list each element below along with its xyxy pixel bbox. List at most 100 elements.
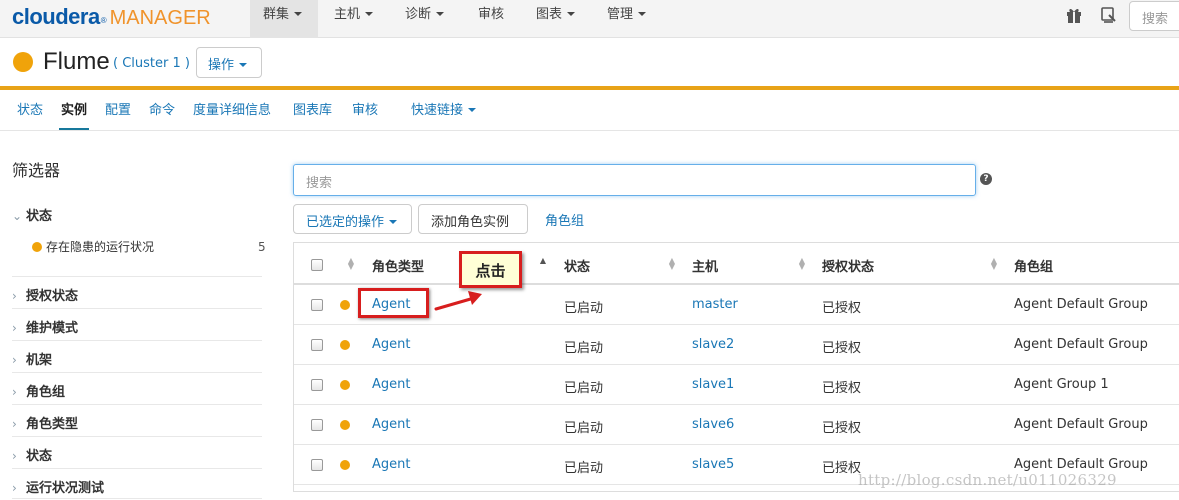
row-checkbox[interactable]: [311, 299, 323, 311]
license-status: 已授权: [822, 301, 862, 316]
selected-actions-button[interactable]: 已选定的操作: [293, 204, 412, 234]
chevron-down-icon: [638, 11, 647, 16]
nav-clusters[interactable]: 群集: [250, 0, 318, 38]
annotation-highlight-box: [358, 288, 429, 318]
filters-title: 筛选器: [12, 161, 61, 180]
divider: [12, 404, 262, 405]
sort-icon[interactable]: ▲ ▼: [798, 257, 806, 271]
host-link[interactable]: slave5: [692, 457, 734, 472]
health-status-icon: [340, 300, 350, 310]
divider: [12, 372, 262, 373]
sort-icon[interactable]: ▲ ▼: [990, 257, 998, 271]
host-link[interactable]: slave6: [692, 417, 734, 432]
nav-clusters-label: 群集: [263, 7, 290, 22]
role-type-link[interactable]: Agent: [372, 457, 410, 472]
divider: [12, 308, 262, 309]
filter-group-role-group[interactable]: › 角色组: [12, 381, 65, 400]
tab-status[interactable]: 状态: [17, 99, 43, 131]
row-checkbox[interactable]: [311, 419, 323, 431]
tab-instances[interactable]: 实例: [59, 99, 90, 131]
host-link[interactable]: slave2: [692, 337, 734, 352]
cluster-link[interactable]: ( Cluster 1 ): [113, 56, 190, 71]
tab-quick-links-label: 快速链接: [411, 103, 464, 118]
host-link[interactable]: slave1: [692, 377, 734, 392]
filter-group-role-type[interactable]: › 角色类型: [12, 413, 78, 432]
annotation-arrow-icon: [434, 291, 482, 311]
chevron-down-icon: ⌄: [12, 209, 23, 223]
sort-icon[interactable]: ▲ ▼: [668, 257, 676, 271]
filter-item-count: 5: [258, 240, 266, 254]
filter-group-health-tests[interactable]: › 运行状况测试: [12, 477, 104, 496]
nav-administration[interactable]: 管理: [594, 0, 647, 38]
host-link[interactable]: master: [692, 297, 738, 312]
help-icon[interactable]: ?: [980, 173, 992, 185]
filter-item-concerning-health[interactable]: 存在隐患的运行状况: [32, 238, 154, 255]
filter-group-label: 授权状态: [26, 289, 79, 304]
filter-group-label: 维护模式: [26, 321, 79, 336]
column-header-role-type[interactable]: 角色类型: [372, 256, 424, 275]
role-state: 已启动: [564, 421, 604, 436]
global-search-input[interactable]: 搜索: [1129, 1, 1179, 31]
tab-commands[interactable]: 命令: [149, 99, 175, 131]
nav-hosts[interactable]: 主机: [321, 0, 374, 38]
tab-metric-details[interactable]: 度量详细信息: [193, 99, 271, 131]
row-checkbox[interactable]: [311, 339, 323, 351]
role-groups-link[interactable]: 角色组: [545, 210, 584, 229]
license-status: 已授权: [822, 381, 862, 396]
role-group: Agent Group 1: [1014, 377, 1109, 392]
divider: [12, 498, 262, 499]
tab-audits[interactable]: 审核: [352, 99, 378, 131]
column-header-role-group[interactable]: 角色组: [1014, 256, 1053, 275]
filter-group-state[interactable]: › 状态: [12, 445, 52, 464]
support-icon[interactable]: [1099, 6, 1117, 24]
license-status: 已授权: [822, 461, 862, 476]
tab-quick-links[interactable]: 快速链接: [411, 99, 477, 131]
gift-icon[interactable]: [1065, 6, 1083, 24]
table-row: Agent 已启动 slave2 已授权 Agent Default Group: [294, 325, 1179, 365]
role-state: 已启动: [564, 341, 604, 356]
filter-group-status-expanded[interactable]: ⌄ 状态: [12, 205, 52, 224]
chevron-down-icon: [389, 219, 398, 224]
role-type-link[interactable]: Agent: [372, 417, 410, 432]
actions-button[interactable]: 操作: [196, 47, 262, 78]
cloudera-manager-logo[interactable]: cloudera® MANAGER: [12, 4, 211, 31]
service-title: Flume: [43, 48, 110, 75]
nav-audits[interactable]: 审核: [465, 0, 504, 38]
column-header-host[interactable]: 主机: [692, 256, 718, 275]
column-header-state[interactable]: 状态: [564, 256, 590, 275]
filter-group-maintenance-mode[interactable]: › 维护模式: [12, 317, 78, 336]
row-checkbox[interactable]: [311, 459, 323, 471]
role-type-link[interactable]: Agent: [372, 377, 410, 392]
nav-charts[interactable]: 图表: [523, 0, 576, 38]
chevron-right-icon: ›: [12, 289, 17, 303]
divider: [12, 468, 262, 469]
logo-registered-mark: ®: [100, 16, 107, 25]
sort-asc-icon[interactable]: ▲: [539, 257, 547, 265]
logo-suffix: MANAGER: [109, 7, 211, 29]
watermark: http://blog.csdn.net/u011026329: [858, 471, 1117, 489]
filter-group-label: 状态: [26, 449, 53, 464]
add-role-instances-button[interactable]: 添加角色实例: [418, 204, 528, 234]
tab-chart-library[interactable]: 图表库: [293, 99, 332, 131]
row-checkbox[interactable]: [311, 379, 323, 391]
filter-group-label: 运行状况测试: [26, 481, 105, 496]
filter-group-license-status[interactable]: › 授权状态: [12, 285, 78, 304]
health-status-icon: [340, 380, 350, 390]
role-group: Agent Default Group: [1014, 417, 1148, 432]
chevron-down-icon: [468, 107, 477, 112]
nav-diagnostics[interactable]: 诊断: [392, 0, 445, 38]
role-state: 已启动: [564, 381, 604, 396]
tab-configuration[interactable]: 配置: [105, 99, 131, 131]
table-row: Agent 已启动 slave1 已授权 Agent Group 1: [294, 365, 1179, 405]
filter-group-rack[interactable]: › 机架: [12, 349, 52, 368]
column-header-license-status[interactable]: 授权状态: [822, 256, 874, 275]
instances-search-input[interactable]: 搜索: [293, 164, 976, 196]
filter-item-label: 存在隐患的运行状况: [46, 240, 155, 254]
select-all-checkbox[interactable]: [311, 259, 323, 271]
role-type-link[interactable]: Agent: [372, 337, 410, 352]
filter-group-label: 状态: [26, 209, 53, 224]
top-navbar: cloudera® MANAGER 群集 主机 诊断 审核 图表 管理 搜索: [0, 0, 1179, 38]
role-group: Agent Default Group: [1014, 297, 1148, 312]
role-group: Agent Default Group: [1014, 337, 1148, 352]
sort-icon[interactable]: ▲ ▼: [347, 257, 355, 271]
